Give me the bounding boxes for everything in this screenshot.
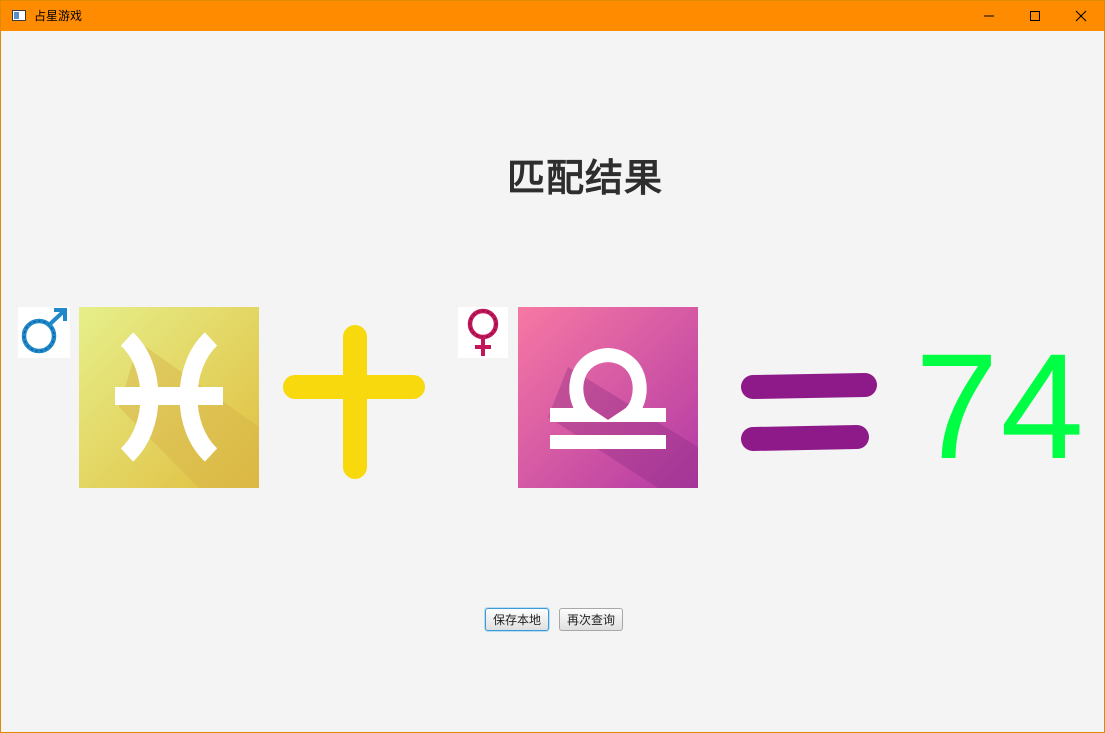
minimize-button[interactable]: [966, 1, 1012, 31]
app-icon: [12, 10, 26, 21]
query-again-button[interactable]: 再次查询: [559, 608, 623, 631]
app-window: 占星游戏 匹配结果 74 保存本地 再次查询: [0, 0, 1105, 733]
pisces-sign-icon: [79, 307, 259, 488]
male-symbol-icon: [18, 307, 70, 358]
close-button[interactable]: [1058, 1, 1104, 31]
plus-icon: [263, 307, 447, 488]
match-score: 74: [915, 322, 1086, 490]
maximize-icon: [1030, 11, 1040, 21]
equals-icon: [707, 307, 903, 501]
save-local-button[interactable]: 保存本地: [485, 608, 549, 631]
maximize-button[interactable]: [1012, 1, 1058, 31]
page-title: 匹配结果: [506, 156, 663, 200]
libra-sign-icon: [518, 307, 698, 488]
title-bar[interactable]: 占星游戏: [1, 1, 1104, 31]
female-symbol-icon: [458, 307, 508, 358]
window-title: 占星游戏: [34, 9, 83, 23]
close-icon: [1075, 10, 1087, 22]
minimize-icon: [984, 15, 994, 17]
